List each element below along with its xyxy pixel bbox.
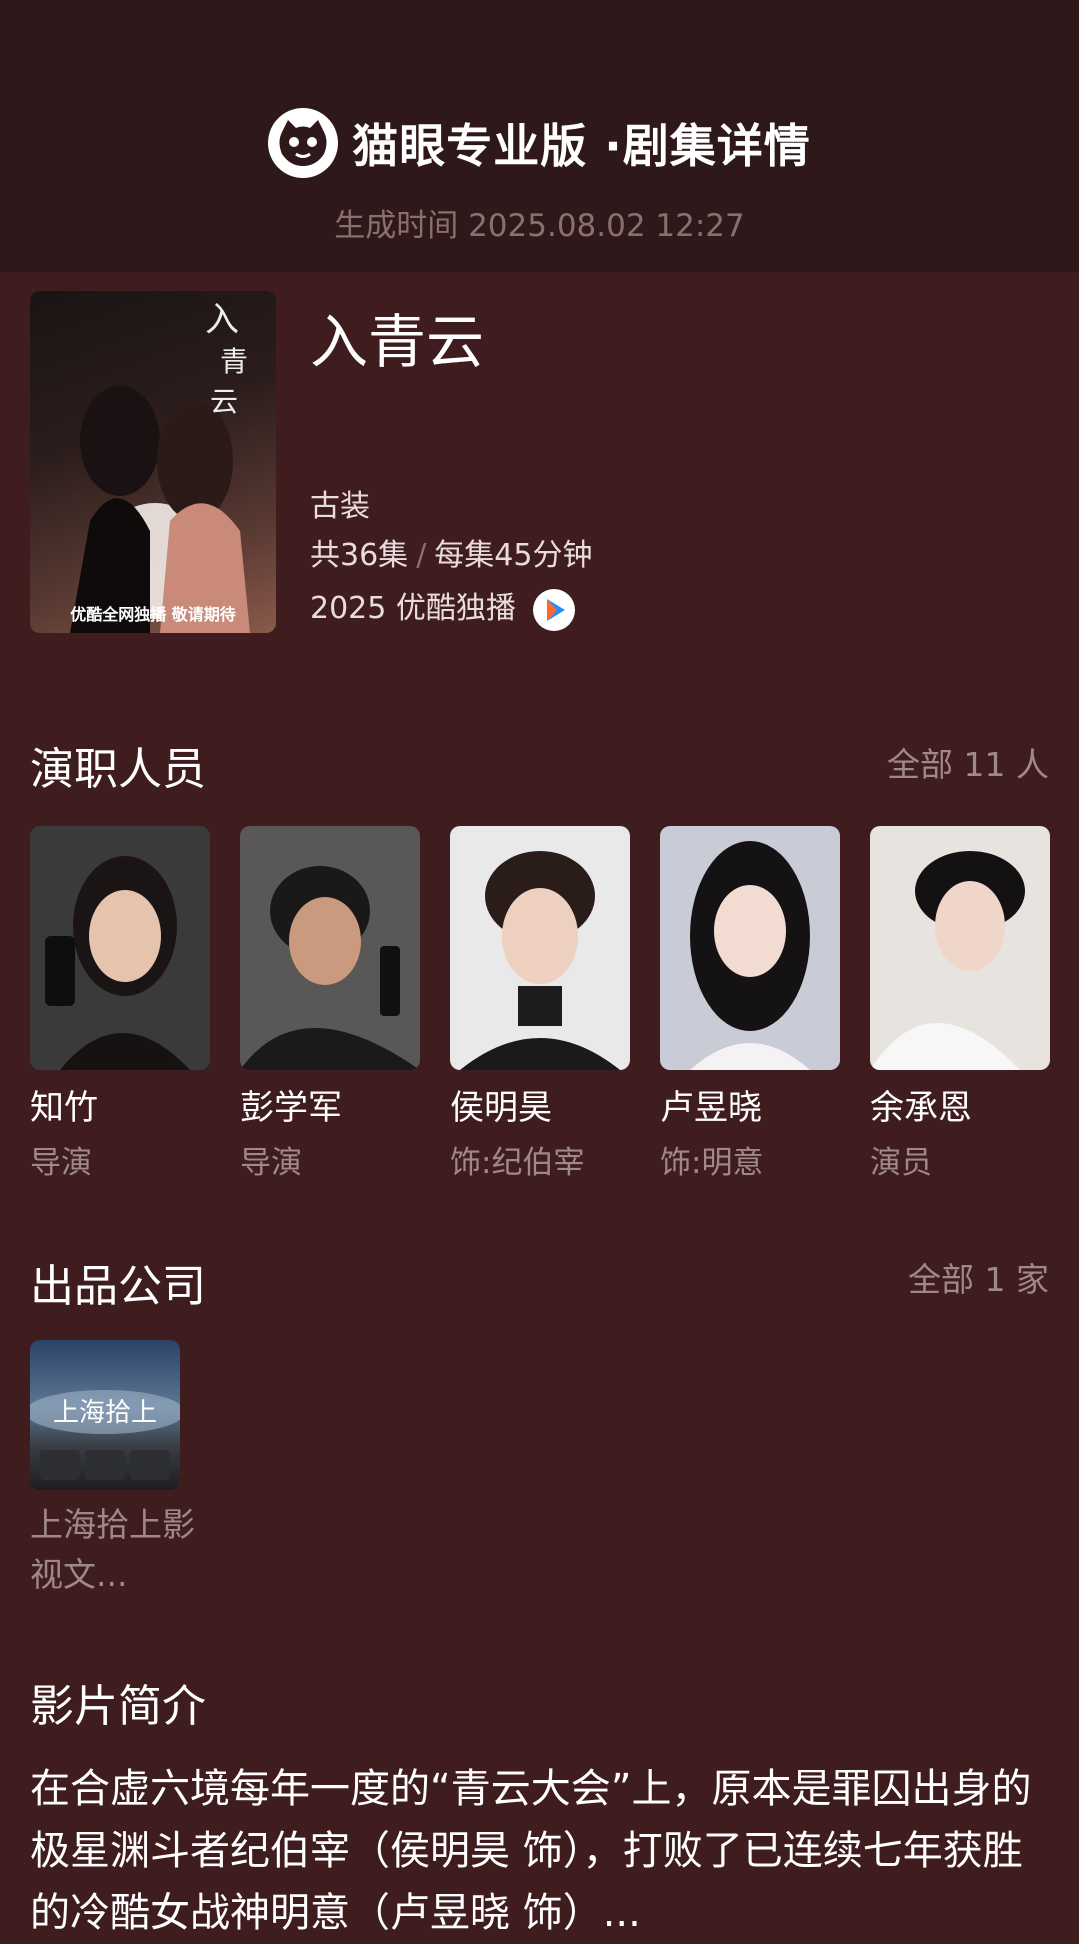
cast-role: 导演	[30, 1145, 92, 1181]
show-poster[interactable]: 入 青 云 优酷全网独播 敬请期待	[30, 291, 276, 633]
show-year-platform: 2025 优酷独播	[310, 583, 576, 631]
cast-name: 侯明昊	[450, 1088, 552, 1128]
cast-name: 卢昱晓	[660, 1088, 762, 1128]
company-view-all-link[interactable]: 全部 1 家	[908, 1253, 1049, 1301]
poster-caption: 优酷全网独播 敬请期待	[70, 605, 236, 624]
company-section-title: 出品公司	[30, 1261, 206, 1312]
cast-section-title: 演职人员	[30, 744, 206, 795]
company-name: 上海拾上影视文...	[30, 1505, 195, 1594]
company-logo-text: 上海拾上	[52, 1398, 157, 1428]
cast-card[interactable]: 彭学军 导演	[240, 826, 420, 1182]
cast-view-all-link[interactable]: 全部 11 人	[887, 738, 1049, 786]
show-genre: 古装	[310, 489, 370, 524]
maoyan-cat-logo-icon	[268, 108, 339, 178]
cast-name: 彭学军	[240, 1088, 342, 1128]
brand: 猫眼专业版 ·剧集详情	[0, 108, 1079, 178]
svg-text:云: 云	[210, 385, 238, 418]
cast-card[interactable]: 知竹 导演	[30, 826, 210, 1182]
svg-text:青: 青	[220, 345, 248, 378]
synopsis-text: 在合虚六境每年一度的“青云大会”上，原本是罪囚出身的极星渊斗者纪伯宰（侯明昊 饰…	[30, 1766, 1032, 1936]
show-episode-info: 共36集 / 每集45分钟	[310, 530, 592, 574]
header: 猫眼专业版 ·剧集详情 生成时间 2025.08.02 12:27	[0, 0, 1079, 272]
show-title: 入青云	[310, 308, 485, 376]
company-logo[interactable]: 上海拾上	[30, 1340, 180, 1490]
cast-role: 饰:纪伯宰	[450, 1145, 585, 1181]
page-title: 猫眼专业版 ·剧集详情	[352, 119, 811, 173]
cast-card[interactable]: 侯明昊 饰:纪伯宰	[450, 826, 630, 1182]
episode-duration: 每集45分钟	[434, 538, 593, 573]
cast-name: 知竹	[30, 1088, 98, 1128]
cast-name: 余承恩	[870, 1088, 972, 1128]
cast-card[interactable]: 卢昱晓 饰:明意	[660, 826, 840, 1182]
youku-icon	[533, 588, 576, 631]
year-platform-text: 2025 优酷独播	[310, 591, 516, 626]
cast-card[interactable]: 余承恩 演员	[870, 826, 1050, 1182]
cast-role: 导演	[240, 1145, 302, 1181]
cast-photo	[450, 826, 630, 1070]
cast-role: 演员	[870, 1145, 932, 1181]
cast-photo	[30, 826, 210, 1070]
cast-photo	[660, 826, 840, 1070]
cast-photo	[240, 826, 420, 1070]
synopsis-section-title: 影片简介	[30, 1681, 206, 1732]
cast-photo	[870, 826, 1050, 1070]
generated-time: 生成时间 2025.08.02 12:27	[334, 208, 745, 244]
cast-role: 饰:明意	[660, 1145, 764, 1181]
svg-text:入: 入	[205, 300, 239, 340]
episode-count: 共36集	[310, 538, 409, 573]
separator: /	[416, 538, 427, 573]
